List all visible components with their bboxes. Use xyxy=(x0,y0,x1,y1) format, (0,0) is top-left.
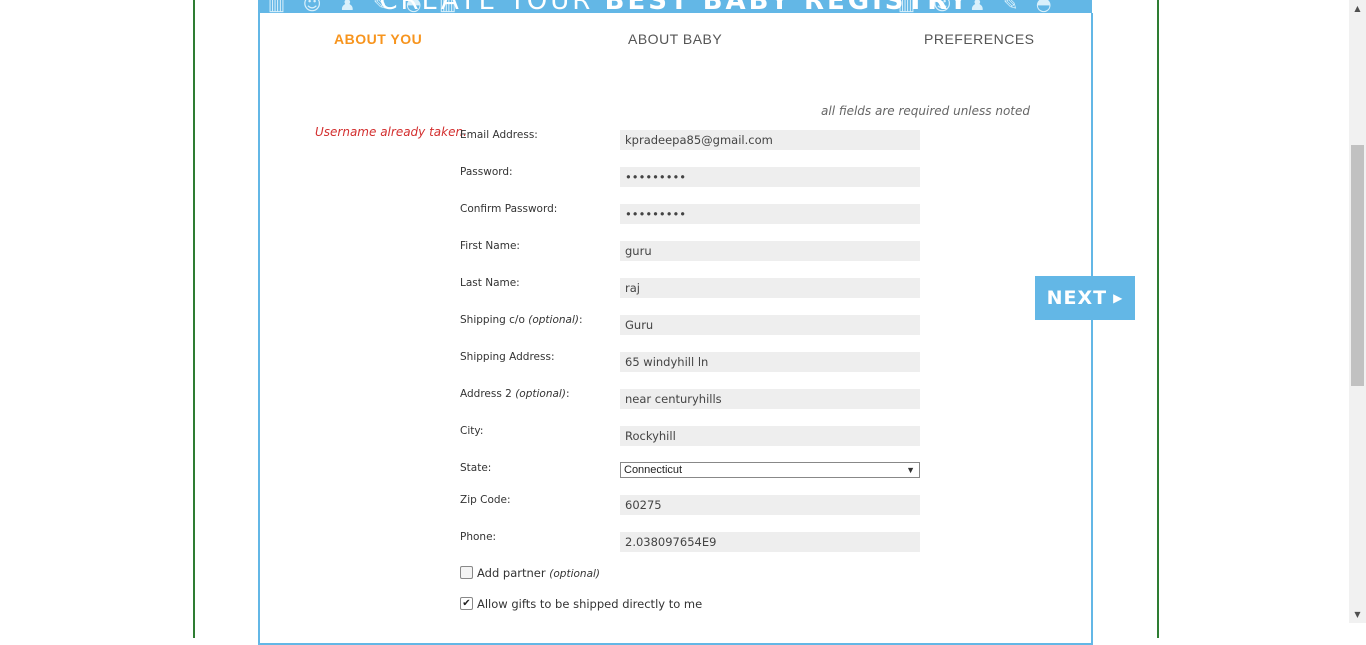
scrollbar-thumb[interactable] xyxy=(1351,145,1364,386)
optional-marker: (optional) xyxy=(515,388,566,400)
caret-down-icon: ▼ xyxy=(906,465,915,475)
first-name-label: First Name: xyxy=(460,240,520,252)
add-partner-label: Add partner (optional) xyxy=(477,566,600,580)
last-name-label: Last Name: xyxy=(460,277,520,289)
scroll-up-arrow-icon[interactable]: ▲ xyxy=(1349,0,1366,17)
next-button-label: NEXT xyxy=(1046,287,1108,309)
phone-label: Phone: xyxy=(460,531,497,543)
optional-marker: (optional) xyxy=(549,568,601,580)
tab-about-baby[interactable]: ABOUT BABY xyxy=(628,31,722,47)
phone-field[interactable]: 2.038097654E9 xyxy=(620,532,920,552)
confirm-password-field[interactable]: ••••••••• xyxy=(620,204,920,224)
chevron-right-icon: ▶ xyxy=(1113,291,1124,305)
check-icon: ✔ xyxy=(462,598,471,609)
banner-title-bold: BEST BABY REGISTRY xyxy=(605,0,971,14)
tab-preferences[interactable]: PREFERENCES xyxy=(924,31,1035,47)
add-partner-label-text: Add partner xyxy=(477,566,546,580)
tab-about-you[interactable]: ABOUT YOU xyxy=(334,31,422,47)
city-label: City: xyxy=(460,425,484,437)
email-label: Email Address: xyxy=(460,129,538,141)
address2-label: Address 2 (optional): xyxy=(460,388,570,400)
page-scrollbar[interactable]: ▲ ▼ xyxy=(1349,0,1366,623)
scroll-down-arrow-icon[interactable]: ▼ xyxy=(1349,606,1366,623)
city-field[interactable]: Rockyhill xyxy=(620,426,920,446)
shipping-address-field[interactable]: 65 windyhill ln xyxy=(620,352,920,372)
password-label: Password: xyxy=(460,166,513,178)
shipping-co-field[interactable]: Guru xyxy=(620,315,920,335)
banner-title: CREATE YOUR BEST BABY REGISTRY xyxy=(258,0,1092,14)
email-field[interactable]: kpradeepa85@gmail.com xyxy=(620,130,920,150)
optional-marker: (optional) xyxy=(528,314,579,326)
first-name-field[interactable]: guru xyxy=(620,241,920,261)
last-name-field[interactable]: raj xyxy=(620,278,920,298)
shipping-co-label-text: Shipping c/o xyxy=(460,314,525,326)
state-selected-value: Connecticut xyxy=(624,464,683,476)
password-field[interactable]: ••••••••• xyxy=(620,167,920,187)
shipping-co-label: Shipping c/o (optional): xyxy=(460,314,583,326)
state-select[interactable]: Connecticut ▼ xyxy=(620,462,920,478)
confirm-password-label: Confirm Password: xyxy=(460,203,558,215)
banner-title-light: CREATE YOUR xyxy=(379,0,593,14)
allow-gifts-checkbox[interactable]: ✔ xyxy=(460,597,473,610)
zip-field[interactable]: 60275 xyxy=(620,495,920,515)
state-label: State: xyxy=(460,462,492,474)
address2-label-text: Address 2 xyxy=(460,388,512,400)
shipping-address-label: Shipping Address: xyxy=(460,351,555,363)
next-button[interactable]: NEXT ▶ xyxy=(1035,276,1135,320)
allow-gifts-row: ✔ Allow gifts to be shipped directly to m… xyxy=(460,597,702,611)
allow-gifts-label: Allow gifts to be shipped directly to me xyxy=(477,597,703,611)
zip-label: Zip Code: xyxy=(460,494,511,506)
add-partner-checkbox[interactable] xyxy=(460,566,473,579)
add-partner-row: Add partner (optional) xyxy=(460,566,600,580)
registry-banner: ▥ ☺ ♟ ✎ ◓ ▥ ▥ ☺ ♟ ✎ ◓ ▥ CREATE YOUR BEST… xyxy=(258,0,1092,14)
required-fields-note: all fields are required unless noted xyxy=(821,104,1030,118)
address2-field[interactable]: near centuryhills xyxy=(620,389,920,409)
username-error-message: Username already taken. xyxy=(315,125,467,139)
